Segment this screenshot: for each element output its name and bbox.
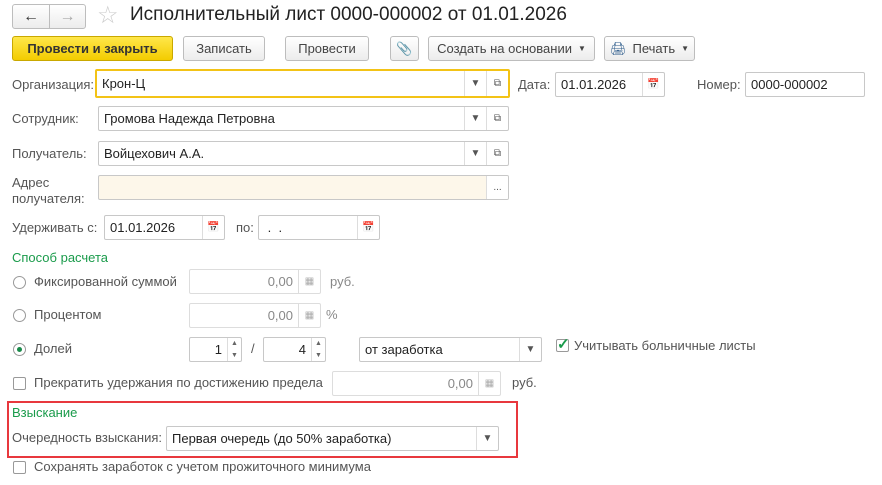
post-and-close-button[interactable]: Провести и закрыть <box>12 36 173 61</box>
stop-limit-checkbox[interactable] <box>13 377 26 390</box>
attach-button[interactable]: 📎 <box>390 36 419 61</box>
stop-limit-unit: руб. <box>512 375 537 390</box>
calculator-icon[interactable]: ▦ <box>298 270 320 293</box>
fixed-radio[interactable] <box>13 276 26 289</box>
spinner-icon[interactable]: ▲ ▼ <box>311 338 325 361</box>
keep-minimum-label: Сохранять заработок с учетом прожиточног… <box>34 459 371 474</box>
number-value: 0000-000002 <box>751 77 828 92</box>
number-field[interactable]: 0000-000002 <box>745 72 865 97</box>
recipient-value: Войцехович А.А. <box>104 146 205 161</box>
share-numerator-value: 1 <box>214 342 222 357</box>
printer-icon: 🖨 <box>609 40 627 56</box>
date-field[interactable]: 01.01.2026 📅 <box>555 72 665 97</box>
keep-minimum-checkbox[interactable] <box>13 461 26 474</box>
fixed-amount-field[interactable]: 0,00 ▦ <box>189 269 321 294</box>
paperclip-icon: 📎 <box>396 40 413 56</box>
recipient-label: Получатель: <box>12 146 87 161</box>
organization-value: Крон-Ц <box>102 76 146 91</box>
withhold-from-field[interactable]: 01.01.2026 📅 <box>104 215 225 240</box>
percent-unit: % <box>326 307 338 322</box>
organization-field[interactable]: Крон-Ц ▼ ⧉ <box>95 69 510 98</box>
percent-field[interactable]: 0,00 ▦ <box>189 303 321 328</box>
dropdown-arrow-icon[interactable]: ▼ <box>464 107 486 130</box>
share-base-select[interactable]: от заработка ▼ <box>359 337 542 362</box>
dropdown-arrow-icon: ▼ <box>681 44 690 53</box>
calculator-icon[interactable]: ▦ <box>478 372 500 395</box>
open-icon[interactable]: ⧉ <box>486 71 508 96</box>
share-separator: / <box>251 341 255 356</box>
stop-limit-field[interactable]: 0,00 ▦ <box>332 371 501 396</box>
date-label: Дата: <box>518 77 551 92</box>
open-icon[interactable]: ⧉ <box>486 107 508 130</box>
fixed-amount-value: 0,00 <box>267 274 293 289</box>
percent-radio[interactable] <box>13 309 26 322</box>
dropdown-arrow-icon[interactable]: ▼ <box>464 71 486 96</box>
arrow-left-icon: ← <box>23 7 39 25</box>
create-based-label: Создать на основании <box>437 41 572 56</box>
ellipsis-icon[interactable]: ... <box>486 176 508 199</box>
sick-leave-label: Учитывать больничные листы <box>574 338 756 353</box>
post-button[interactable]: Провести <box>285 36 369 61</box>
share-base-value: от заработка <box>365 342 443 357</box>
number-label: Номер: <box>697 77 741 92</box>
priority-select[interactable]: Первая очередь (до 50% заработка) ▼ <box>166 426 499 451</box>
sick-leave-checkbox[interactable]: ✓ <box>556 336 570 353</box>
withhold-to-label: по: <box>236 220 254 235</box>
star-icon[interactable]: ☆ <box>97 1 119 30</box>
save-button[interactable]: Записать <box>183 36 265 61</box>
percent-value: 0,00 <box>267 308 293 323</box>
withhold-to-field[interactable]: . . 📅 <box>258 215 380 240</box>
calendar-icon[interactable]: 📅 <box>202 216 224 239</box>
arrow-right-icon: → <box>59 7 76 25</box>
organization-label: Организация: <box>12 77 95 92</box>
address-label-line2: получателя: <box>12 191 85 206</box>
share-radio[interactable] <box>13 343 26 356</box>
priority-value: Первая очередь (до 50% заработка) <box>172 431 392 446</box>
address-label-line1: Адрес <box>12 175 50 190</box>
employee-field[interactable]: Громова Надежда Петровна ▼ ⧉ <box>98 106 509 131</box>
calendar-icon[interactable]: 📅 <box>642 73 664 96</box>
stop-limit-label: Прекратить удержания по достижению преде… <box>34 375 323 390</box>
recipient-field[interactable]: Войцехович А.А. ▼ ⧉ <box>98 141 509 166</box>
share-denominator-value: 4 <box>298 342 306 357</box>
date-value: 01.01.2026 <box>561 77 627 92</box>
calc-method-section-title: Способ расчета <box>12 250 109 265</box>
withhold-to-value: . . <box>264 220 283 235</box>
calendar-icon[interactable]: 📅 <box>357 216 379 239</box>
dropdown-arrow-icon: ▼ <box>577 44 586 53</box>
print-button[interactable]: 🖨 Печать ▼ <box>604 36 695 61</box>
checkmark-icon: ✓ <box>557 336 570 353</box>
employee-value: Громова Надежда Петровна <box>104 111 275 126</box>
address-field[interactable]: ... <box>98 175 509 200</box>
open-icon[interactable]: ⧉ <box>486 142 508 165</box>
share-label: Долей <box>34 341 72 356</box>
employee-label: Сотрудник: <box>12 111 79 126</box>
fixed-unit: руб. <box>330 274 355 289</box>
dropdown-arrow-icon[interactable]: ▼ <box>476 427 498 450</box>
withhold-from-label: Удерживать с: <box>12 220 98 235</box>
stop-limit-value: 0,00 <box>447 376 473 391</box>
dropdown-arrow-icon[interactable]: ▼ <box>464 142 486 165</box>
priority-label: Очередность взыскания: <box>12 430 162 445</box>
share-denominator-field[interactable]: 4 ▲ ▼ <box>263 337 326 362</box>
collection-section-title: Взыскание <box>12 405 78 420</box>
back-button[interactable]: ← <box>12 4 50 29</box>
dropdown-arrow-icon[interactable]: ▼ <box>519 338 541 361</box>
forward-button[interactable]: → <box>49 4 86 29</box>
create-based-on-button[interactable]: Создать на основании ▼ <box>428 36 595 61</box>
withhold-from-value: 01.01.2026 <box>110 220 176 235</box>
spinner-icon[interactable]: ▲ ▼ <box>227 338 241 361</box>
page-title: Исполнительный лист 0000-000002 от 01.01… <box>130 4 567 25</box>
percent-label: Процентом <box>34 307 102 322</box>
calculator-icon[interactable]: ▦ <box>298 304 320 327</box>
fixed-label: Фиксированной суммой <box>34 274 177 289</box>
share-numerator-field[interactable]: 1 ▲ ▼ <box>189 337 242 362</box>
print-label: Печать <box>632 41 676 56</box>
